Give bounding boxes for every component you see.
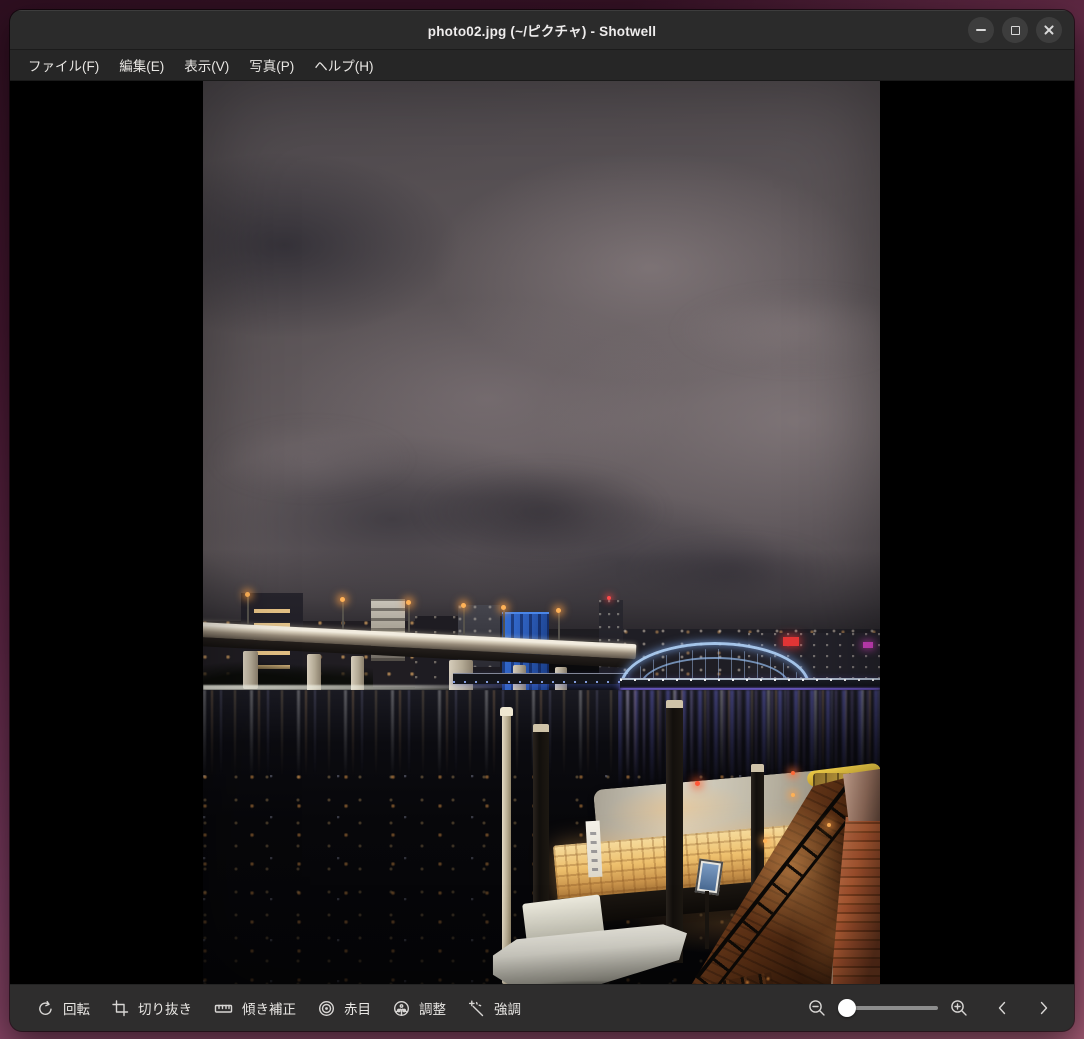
adjust-label: 調整 <box>419 1002 446 1017</box>
titlebar[interactable]: photo02.jpg (~/ピクチャ) - Shotwell <box>10 10 1074 50</box>
zoom-slider[interactable] <box>838 999 938 1017</box>
close-button[interactable] <box>1036 17 1062 43</box>
menu-help[interactable]: ヘルプ(H) <box>304 50 383 80</box>
enhance-icon <box>468 1000 484 1016</box>
crop-icon <box>112 999 129 1016</box>
straighten-icon <box>214 1004 233 1013</box>
photo-navigation <box>994 999 1052 1017</box>
crop-label: 切り抜き <box>138 1002 192 1017</box>
window-controls <box>968 11 1062 49</box>
redeye-button[interactable]: 赤目 <box>307 992 382 1024</box>
toolbar: 回転 切り抜き 傾き補正 赤目 調整 強調 <box>10 984 1074 1031</box>
window-title: photo02.jpg (~/ピクチャ) - Shotwell <box>427 24 657 39</box>
redeye-label: 赤目 <box>344 1002 371 1017</box>
zoom-controls <box>808 999 968 1017</box>
shotwell-window: photo02.jpg (~/ピクチャ) - Shotwell ファイル(F) … <box>10 10 1074 1031</box>
rotate-icon <box>39 1000 52 1015</box>
desktop-wallpaper: photo02.jpg (~/ピクチャ) - Shotwell ファイル(F) … <box>0 0 1084 1039</box>
zoom-slider-handle[interactable] <box>838 999 856 1017</box>
rotate-label: 回転 <box>63 1002 90 1017</box>
maximize-icon <box>1010 25 1020 35</box>
menubar: ファイル(F) 編集(E) 表示(V) 写真(P) ヘルプ(H) <box>10 50 1074 81</box>
minimize-icon <box>976 29 986 31</box>
straighten-label: 傾き補正 <box>242 1002 296 1017</box>
zoom-in-icon[interactable] <box>950 999 968 1017</box>
menu-view[interactable]: 表示(V) <box>174 50 239 80</box>
adjust-button[interactable]: 調整 <box>382 992 457 1024</box>
photo-vignette <box>203 81 880 984</box>
chevron-left-icon[interactable] <box>994 999 1010 1017</box>
enhance-button[interactable]: 強調 <box>457 992 532 1024</box>
redeye-icon <box>318 1000 335 1016</box>
photo-content-area <box>10 81 1074 984</box>
close-icon <box>1043 24 1055 36</box>
enhance-label: 強調 <box>494 1002 521 1017</box>
minimize-button[interactable] <box>968 17 994 43</box>
adjust-icon <box>393 1000 410 1016</box>
photo-canvas[interactable] <box>203 81 880 984</box>
menu-file[interactable]: ファイル(F) <box>18 50 109 80</box>
zoom-out-icon[interactable] <box>808 999 826 1017</box>
rotate-button[interactable]: 回転 <box>26 992 101 1024</box>
straighten-button[interactable]: 傾き補正 <box>203 992 307 1024</box>
crop-button[interactable]: 切り抜き <box>101 992 203 1024</box>
maximize-button[interactable] <box>1002 17 1028 43</box>
chevron-right-icon[interactable] <box>1036 999 1052 1017</box>
menu-edit[interactable]: 編集(E) <box>109 50 174 80</box>
menu-photo[interactable]: 写真(P) <box>239 50 304 80</box>
